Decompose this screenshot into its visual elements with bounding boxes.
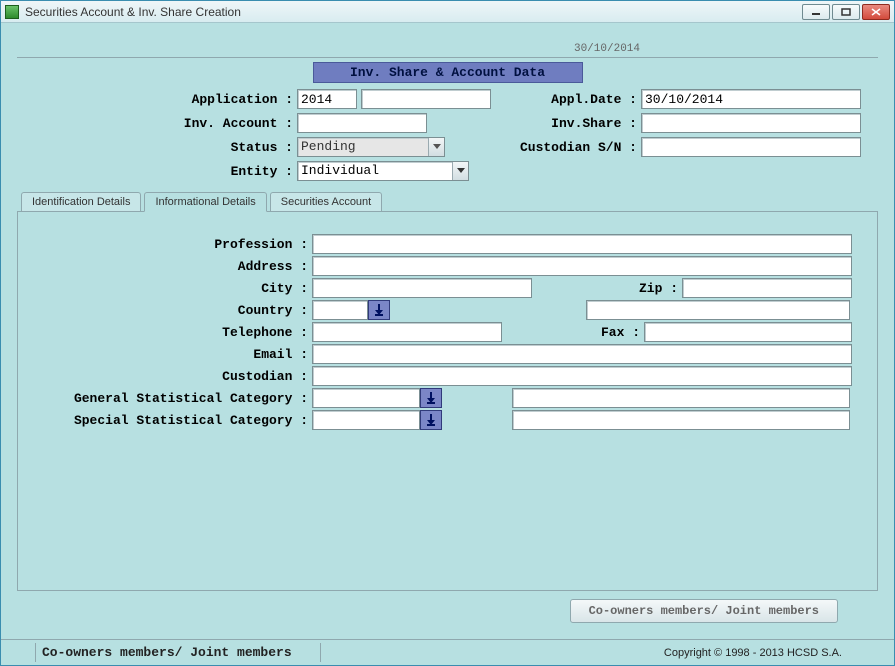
close-button[interactable] [862, 4, 890, 20]
maximize-button[interactable] [832, 4, 860, 20]
entity-combo[interactable]: Individual [297, 161, 469, 181]
button-row: Co-owners members/ Joint members [17, 599, 838, 623]
status-combo[interactable]: Pending [297, 137, 445, 157]
email-label: Email : [32, 347, 312, 362]
gen-stat-code-field[interactable] [312, 388, 420, 408]
header-date: 30/10/2014 [507, 43, 707, 55]
titlebar: Securities Account & Inv. Share Creation [1, 1, 894, 23]
zip-label: Zip : [532, 281, 682, 296]
fax-field[interactable] [644, 322, 852, 342]
application-label: Application : [17, 92, 297, 107]
app-icon [5, 5, 19, 19]
top-form: Application : Appl.Date : Inv. Account :… [17, 89, 878, 181]
window-title: Securities Account & Inv. Share Creation [25, 5, 802, 19]
tab-securities[interactable]: Securities Account [270, 192, 383, 212]
status-left-text: Co-owners members/ Joint members [35, 643, 321, 662]
download-arrow-icon [426, 392, 436, 404]
tab-panel-informational: Profession : Address : City : Zip : [17, 211, 878, 591]
zip-field[interactable] [682, 278, 852, 298]
status-bar: Co-owners members/ Joint members Copyrig… [1, 639, 894, 665]
country-code-field[interactable] [312, 300, 368, 320]
inv-share-field[interactable] [641, 113, 861, 133]
city-label: City : [32, 281, 312, 296]
custodian-sn-label: Custodian S/N : [445, 140, 641, 155]
custodian-label: Custodian : [32, 369, 312, 384]
telephone-label: Telephone : [32, 325, 312, 340]
application-number-field[interactable] [361, 89, 491, 109]
application-year-field[interactable] [297, 89, 357, 109]
gen-stat-lookup-button[interactable] [420, 388, 442, 408]
country-label: Country : [32, 303, 312, 318]
tab-bar: Identification Details Informational Det… [17, 191, 878, 211]
chevron-down-icon [428, 138, 444, 156]
custodian-field[interactable] [312, 366, 852, 386]
chevron-down-icon [452, 162, 468, 180]
status-label: Status : [17, 140, 297, 155]
appl-date-field[interactable] [641, 89, 861, 109]
minimize-button[interactable] [802, 4, 830, 20]
profession-field[interactable] [312, 234, 852, 254]
gen-stat-label: General Statistical Category : [32, 391, 312, 406]
city-field[interactable] [312, 278, 532, 298]
address-label: Address : [32, 259, 312, 274]
profession-label: Profession : [32, 237, 312, 252]
inv-account-label: Inv. Account : [17, 116, 297, 131]
country-name-field[interactable] [586, 300, 850, 320]
gen-stat-name-field[interactable] [512, 388, 850, 408]
tab-informational[interactable]: Informational Details [144, 192, 266, 212]
inv-share-label: Inv.Share : [427, 116, 641, 131]
app-window: Securities Account & Inv. Share Creation… [0, 0, 895, 666]
coowners-button[interactable]: Co-owners members/ Joint members [570, 599, 838, 623]
spec-stat-name-field[interactable] [512, 410, 850, 430]
informational-form: Profession : Address : City : Zip : [32, 234, 863, 430]
tab-container: Identification Details Informational Det… [17, 191, 878, 591]
email-field[interactable] [312, 344, 852, 364]
header-rule [17, 57, 878, 58]
spec-stat-code-field[interactable] [312, 410, 420, 430]
address-field[interactable] [312, 256, 852, 276]
copyright-text: Copyright © 1998 - 2013 HCSD S.A. [664, 647, 842, 659]
status-value: Pending [298, 138, 428, 156]
inv-account-field[interactable] [297, 113, 427, 133]
entity-label: Entity : [17, 164, 297, 179]
download-arrow-icon [374, 304, 384, 316]
window-controls [802, 4, 890, 20]
download-arrow-icon [426, 414, 436, 426]
spec-stat-lookup-button[interactable] [420, 410, 442, 430]
custodian-sn-field[interactable] [641, 137, 861, 157]
spec-stat-label: Special Statistical Category : [32, 413, 312, 428]
section-title: Inv. Share & Account Data [313, 62, 583, 83]
appl-date-label: Appl.Date : [491, 92, 641, 107]
telephone-field[interactable] [312, 322, 502, 342]
client-area: 30/10/2014 Inv. Share & Account Data App… [1, 23, 894, 633]
entity-value: Individual [298, 162, 452, 180]
country-lookup-button[interactable] [368, 300, 390, 320]
tab-identification[interactable]: Identification Details [21, 192, 141, 212]
fax-label: Fax : [502, 325, 644, 340]
